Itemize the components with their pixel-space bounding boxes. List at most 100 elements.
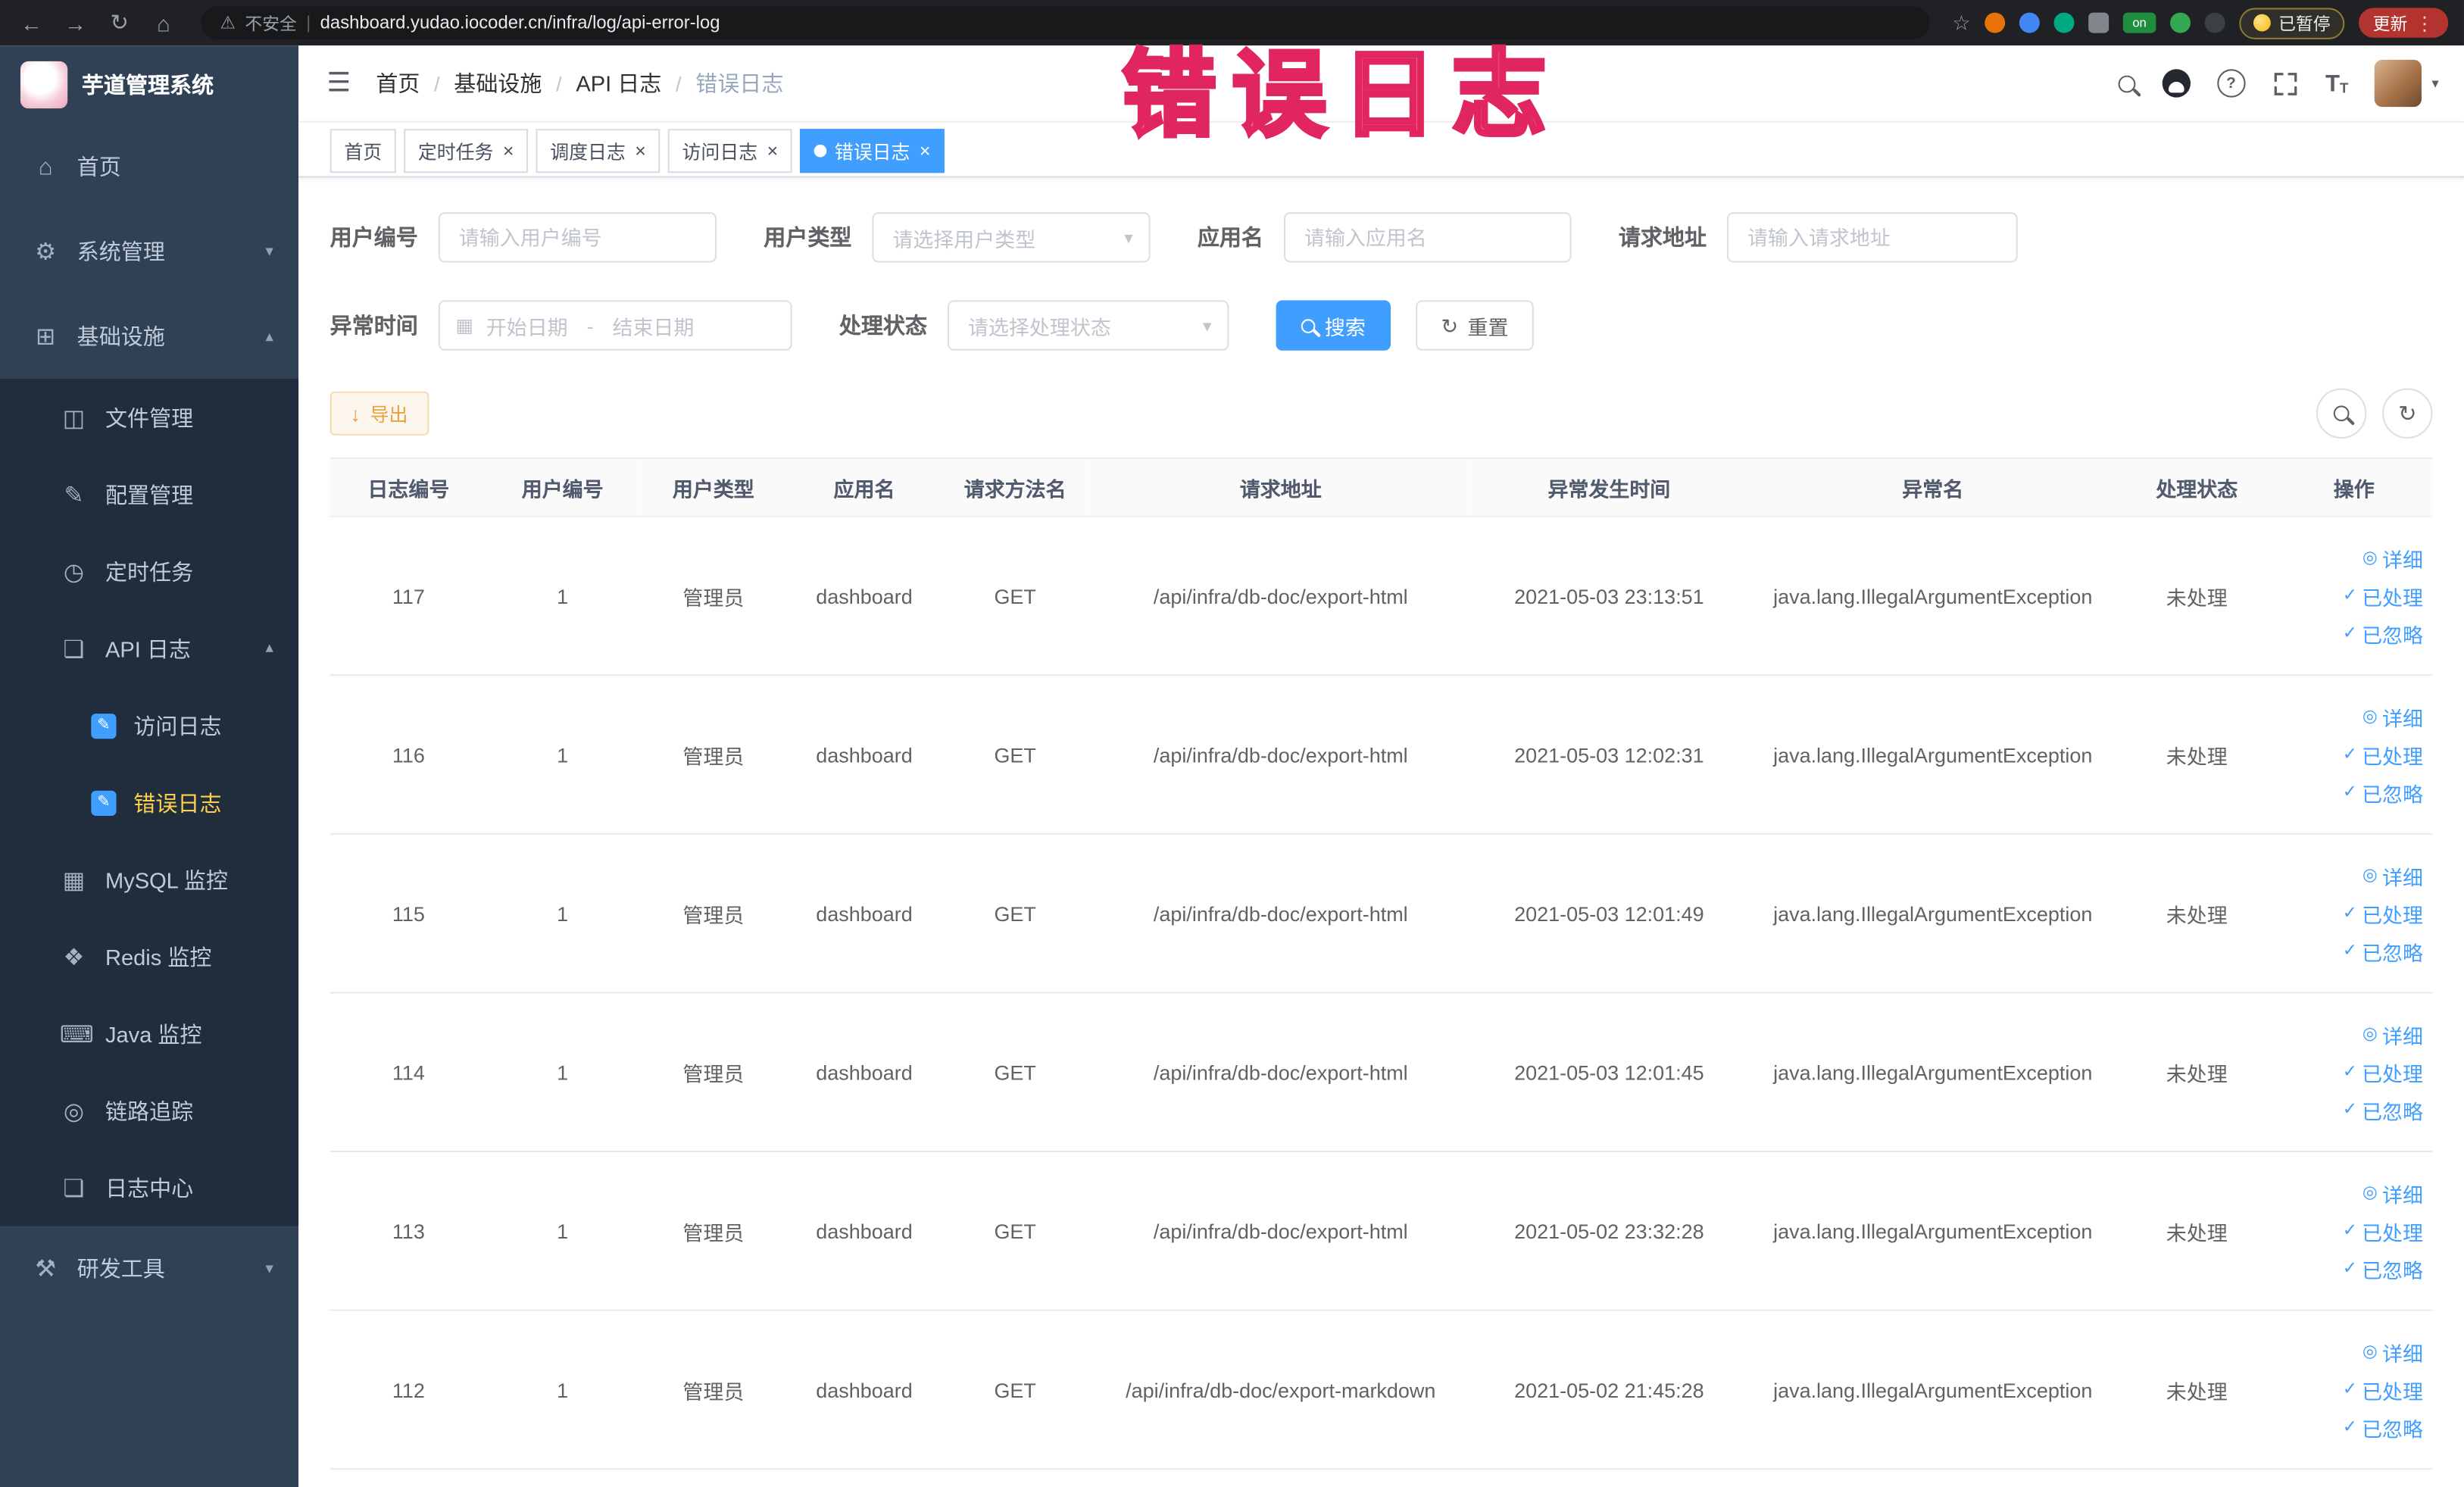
process-status-select[interactable]: 请选择处理状态 ▾ bbox=[947, 300, 1229, 351]
cell-app-name: dashboard bbox=[789, 992, 940, 1153]
export-button-label: 导出 bbox=[370, 403, 408, 426]
sidebar-item-scheduled-jobs[interactable]: ◷ 定时任务 bbox=[0, 533, 298, 610]
sidebar-item-label: 链路追踪 bbox=[105, 1098, 194, 1123]
date-start-placeholder: 开始日期 bbox=[486, 315, 568, 339]
sidebar-item-file-manage[interactable]: ◫ 文件管理 bbox=[0, 379, 298, 456]
search-icon[interactable] bbox=[2118, 74, 2135, 92]
sidebar-item-java-monitor[interactable]: ⌨ Java 监控 bbox=[0, 995, 298, 1073]
extension-icon[interactable] bbox=[2088, 12, 2110, 33]
reset-button[interactable]: ↻ 重置 bbox=[1416, 300, 1534, 351]
ignored-link[interactable]: ✓ 已忽略 bbox=[2343, 936, 2423, 966]
sidebar-item-infra[interactable]: ⊞ 基础设施 ▴ bbox=[0, 294, 298, 379]
tab-error-log[interactable]: 错误日志 × bbox=[800, 129, 945, 173]
processed-link[interactable]: ✓ 已处理 bbox=[2343, 1216, 2423, 1245]
sidebar-item-label: Java 监控 bbox=[105, 1020, 202, 1046]
sidebar-item-label: 研发工具 bbox=[77, 1256, 165, 1282]
app-logo[interactable]: 芋道管理系统 bbox=[0, 45, 298, 124]
sidebar-item-label: 访问日志 bbox=[133, 713, 222, 739]
paused-badge[interactable]: 已暂停 bbox=[2239, 7, 2345, 39]
detail-link[interactable]: ◎ 详细 bbox=[2363, 702, 2423, 732]
sidebar-item-label: 定时任务 bbox=[105, 558, 194, 584]
ignored-link[interactable]: ✓ 已忽略 bbox=[2343, 619, 2423, 648]
date-separator: - bbox=[586, 313, 594, 338]
processed-link[interactable]: ✓ 已处理 bbox=[2343, 1375, 2423, 1404]
search-icon bbox=[2333, 405, 2350, 422]
extension-icon[interactable] bbox=[1985, 12, 2006, 33]
export-button[interactable]: ↓ 导出 bbox=[329, 391, 429, 436]
sidebar-item-config-manage[interactable]: ✎ 配置管理 bbox=[0, 456, 298, 533]
processed-link[interactable]: ✓ 已处理 bbox=[2343, 898, 2423, 928]
cell-log-id: 112 bbox=[329, 1310, 488, 1470]
sidebar-item-error-log[interactable]: ✎ 错误日志 bbox=[0, 764, 298, 841]
sidebar-item-mysql-monitor[interactable]: ▦ MySQL 监控 bbox=[0, 841, 298, 918]
close-icon[interactable]: × bbox=[767, 142, 779, 161]
breadcrumb-item[interactable]: 基础设施 bbox=[454, 67, 542, 99]
tab-scheduled-jobs[interactable]: 定时任务 × bbox=[404, 129, 529, 173]
extension-on-badge[interactable]: on bbox=[2122, 12, 2156, 33]
detail-link[interactable]: ◎ 详细 bbox=[2363, 543, 2423, 573]
chevron-down-icon: ▾ bbox=[2431, 74, 2439, 91]
detail-link-label: 详细 bbox=[2382, 1023, 2424, 1048]
github-icon[interactable] bbox=[2162, 69, 2191, 98]
table-icon: ▦ bbox=[62, 867, 86, 894]
user-menu[interactable]: ▾ bbox=[2375, 59, 2439, 108]
sidebar-item-api-log[interactable]: ❏ API 日志 ▴ bbox=[0, 610, 298, 687]
column-header: 异常名 bbox=[1747, 457, 2119, 517]
date-range-picker[interactable]: ▦ 开始日期 - 结束日期 bbox=[438, 300, 792, 351]
close-icon[interactable]: × bbox=[920, 142, 931, 161]
avatar bbox=[2375, 59, 2422, 108]
browser-forward-icon[interactable]: → bbox=[60, 10, 91, 35]
fullscreen-icon[interactable] bbox=[2272, 70, 2298, 96]
tab-schedule-log[interactable]: 调度日志 × bbox=[536, 129, 661, 173]
user-id-input[interactable] bbox=[438, 212, 717, 263]
app-name-input[interactable] bbox=[1283, 212, 1572, 263]
breadcrumb-item[interactable]: 首页 bbox=[376, 67, 420, 99]
detail-link-label: 详细 bbox=[2382, 1342, 2424, 1366]
bookmark-star-icon[interactable]: ☆ bbox=[1952, 10, 1970, 35]
user-type-select[interactable]: 请选择用户类型 ▾ bbox=[872, 212, 1151, 263]
detail-link[interactable]: ◎ 详细 bbox=[2363, 861, 2423, 890]
hamburger-icon[interactable]: ☰ bbox=[327, 67, 351, 99]
font-size-icon[interactable]: TT bbox=[2325, 71, 2348, 95]
ignored-link[interactable]: ✓ 已忽略 bbox=[2343, 777, 2423, 807]
sidebar-item-home[interactable]: ⌂ 首页 bbox=[0, 124, 298, 209]
sidebar-item-redis-monitor[interactable]: ❖ Redis 监控 bbox=[0, 918, 298, 995]
update-button[interactable]: 更新 ⋮ bbox=[2358, 8, 2449, 38]
detail-link[interactable]: ◎ 详细 bbox=[2363, 1020, 2423, 1049]
extension-icon[interactable] bbox=[2204, 12, 2225, 33]
ignored-link[interactable]: ✓ 已忽略 bbox=[2343, 1412, 2423, 1442]
tab-home[interactable]: 首页 bbox=[329, 129, 396, 173]
sidebar-item-dev-tools[interactable]: ⚒ 研发工具 ▾ bbox=[0, 1226, 298, 1311]
browser-home-icon[interactable]: ⌂ bbox=[148, 10, 179, 35]
browser-reload-icon[interactable]: ↻ bbox=[104, 9, 135, 36]
sidebar-item-tracing[interactable]: ◎ 链路追踪 bbox=[0, 1072, 298, 1149]
close-icon[interactable]: × bbox=[503, 142, 514, 161]
search-button[interactable]: 搜索 bbox=[1276, 300, 1391, 351]
sidebar-item-log-center[interactable]: ❏ 日志中心 bbox=[0, 1149, 298, 1226]
detail-link[interactable]: ◎ 详细 bbox=[2363, 1337, 2423, 1367]
check-icon: ✓ bbox=[2342, 1379, 2357, 1398]
close-icon[interactable]: × bbox=[635, 142, 646, 161]
refresh-button[interactable]: ↻ bbox=[2382, 388, 2433, 439]
browser-back-icon[interactable]: ← bbox=[16, 10, 47, 35]
ignored-link-label: 已忽略 bbox=[2362, 1417, 2424, 1441]
toggle-search-button[interactable] bbox=[2316, 388, 2367, 439]
extension-icon[interactable] bbox=[2053, 12, 2075, 33]
request-url-input[interactable] bbox=[1726, 212, 2018, 263]
paused-badge-label: 已暂停 bbox=[2278, 14, 2331, 34]
extension-icon[interactable] bbox=[2019, 12, 2040, 33]
processed-link[interactable]: ✓ 已处理 bbox=[2343, 581, 2423, 611]
extension-icon[interactable] bbox=[2170, 12, 2191, 33]
sidebar-item-access-log[interactable]: ✎ 访问日志 bbox=[0, 687, 298, 764]
detail-link[interactable]: ◎ 详细 bbox=[2363, 1178, 2423, 1207]
ignored-link[interactable]: ✓ 已忽略 bbox=[2343, 1095, 2423, 1124]
eye-icon: ◎ bbox=[2362, 865, 2378, 885]
breadcrumb-item[interactable]: API 日志 bbox=[576, 67, 661, 99]
processed-link[interactable]: ✓ 已处理 bbox=[2343, 739, 2423, 769]
ignored-link[interactable]: ✓ 已忽略 bbox=[2343, 1254, 2423, 1283]
help-icon[interactable]: ? bbox=[2216, 69, 2246, 98]
processed-link[interactable]: ✓ 已处理 bbox=[2343, 1057, 2423, 1087]
sidebar-item-system[interactable]: ⚙ 系统管理 ▾ bbox=[0, 209, 298, 294]
tab-access-log[interactable]: 访问日志 × bbox=[667, 129, 792, 173]
address-bar[interactable]: ⚠ 不安全 | dashboard.yudao.iocoder.cn/infra… bbox=[201, 6, 1931, 39]
